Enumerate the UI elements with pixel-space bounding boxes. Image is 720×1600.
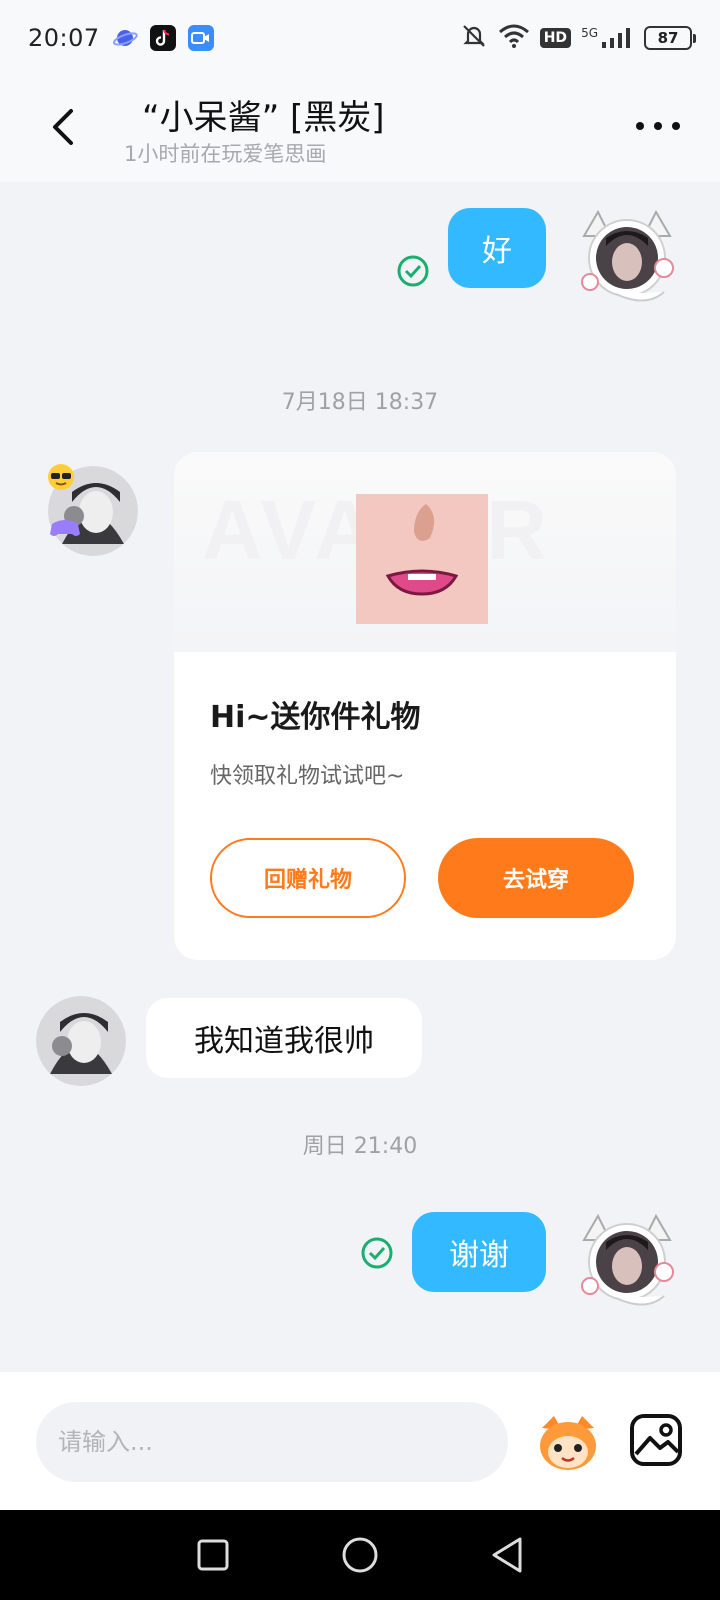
gift-description: 快领取礼物试试吧~ — [210, 764, 405, 789]
sunglasses-emoji-icon — [46, 462, 76, 492]
status-time: 20:07 — [28, 24, 100, 52]
dot — [654, 122, 662, 130]
chat-title: “小呆酱” [黑炭] — [142, 98, 385, 138]
message-timestamp: 7月18日 18:37 — [281, 390, 439, 415]
image-icon — [630, 1414, 682, 1466]
dot — [636, 122, 644, 130]
hd-badge: HD — [539, 28, 572, 48]
message-bubble-mine[interactable]: 谢谢 — [412, 1212, 546, 1292]
wifi-icon — [498, 23, 530, 53]
system-nav-bar — [0, 1510, 720, 1600]
contact-avatar[interactable] — [36, 996, 126, 1086]
my-avatar[interactable] — [576, 1210, 678, 1312]
triangle-back-icon — [492, 1537, 522, 1573]
try-on-button[interactable]: 去试穿 — [438, 838, 634, 918]
battery-indicator: 87 — [644, 26, 696, 50]
return-gift-button[interactable]: 回赠礼物 — [210, 838, 406, 918]
gift-item-image[interactable] — [356, 494, 488, 624]
planet-app-icon — [112, 25, 138, 51]
my-avatar[interactable] — [576, 206, 678, 308]
gift-card[interactable]: AVATAR Hi~送你件礼物 快领取礼物试试吧~ 回赠礼物 去试穿 — [174, 452, 676, 960]
gift-title: Hi~送你件礼物 — [210, 700, 421, 735]
status-bar: 20:07 HD 5G 87 — [0, 0, 720, 76]
game-controller-icon — [48, 516, 82, 540]
home-button[interactable] — [340, 1535, 380, 1575]
back-button[interactable] — [44, 102, 84, 152]
sent-check-icon — [396, 254, 430, 288]
video-app-icon — [187, 25, 214, 51]
message-timestamp: 周日 21:40 — [302, 1134, 418, 1159]
signal-icon: 5G — [581, 26, 634, 50]
tiktok-app-icon — [149, 25, 176, 51]
mute-bell-icon — [460, 22, 488, 54]
message-bubble-theirs[interactable]: 我知道我很帅 — [146, 998, 422, 1078]
message-input[interactable] — [36, 1402, 508, 1482]
dot — [672, 122, 680, 130]
chat-area[interactable]: 好 7月18日 18:37 AVATAR — [0, 182, 720, 1372]
gift-banner: AVATAR — [174, 452, 676, 652]
status-right: HD 5G 87 — [460, 22, 696, 54]
chat-header: “小呆酱” [黑炭] 1小时前在玩爱笔思画 — [0, 76, 720, 182]
more-options-button[interactable] — [636, 116, 680, 136]
back-nav-button[interactable] — [487, 1535, 527, 1575]
recent-apps-button[interactable] — [193, 1535, 233, 1575]
message-bubble-mine[interactable]: 好 — [448, 208, 546, 288]
chat-subtitle: 1小时前在玩爱笔思画 — [124, 142, 327, 166]
status-left: 20:07 — [28, 24, 214, 52]
image-picker-button[interactable] — [628, 1412, 684, 1468]
circle-icon — [342, 1537, 378, 1573]
input-bar — [0, 1372, 720, 1510]
square-icon — [197, 1539, 229, 1571]
sent-check-icon — [360, 1236, 394, 1270]
network-type: 5G — [581, 26, 598, 40]
chevron-left-icon — [53, 109, 73, 145]
emoji-mascot-button[interactable] — [534, 1412, 602, 1472]
mascot-icon — [540, 1416, 596, 1470]
